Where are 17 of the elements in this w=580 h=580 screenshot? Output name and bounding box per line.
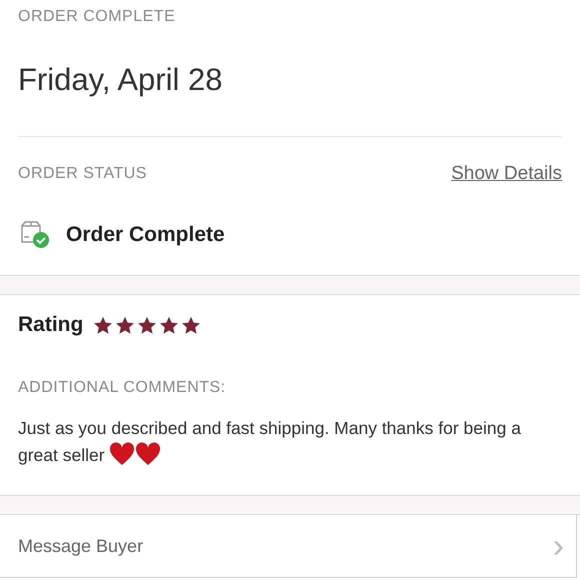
heart-icon <box>109 442 136 466</box>
star-icon <box>137 316 158 334</box>
order-date: Friday, April 28 <box>18 62 224 98</box>
section-label: ADDITIONAL COMMENTS: <box>18 379 227 397</box>
heart-icon <box>135 442 162 466</box>
rating-label: Rating <box>18 313 84 337</box>
chevron-icon: › <box>552 529 564 563</box>
star-icon <box>115 316 136 334</box>
order-status: Order Complete <box>66 223 225 247</box>
message-buyer-row[interactable]: Message Buyer › <box>0 515 577 578</box>
star-icon <box>159 316 180 334</box>
comment-text: Just as you described and fast shipping. Many thanks for being a great seller <box>18 417 522 468</box>
star-icon <box>181 316 202 334</box>
section-label: ORDER STATUS <box>18 165 147 183</box>
section-label: ORDER COMPLETE <box>18 8 176 26</box>
show-details-link[interactable]: Show Details <box>451 163 562 185</box>
star-icon <box>93 316 114 334</box>
